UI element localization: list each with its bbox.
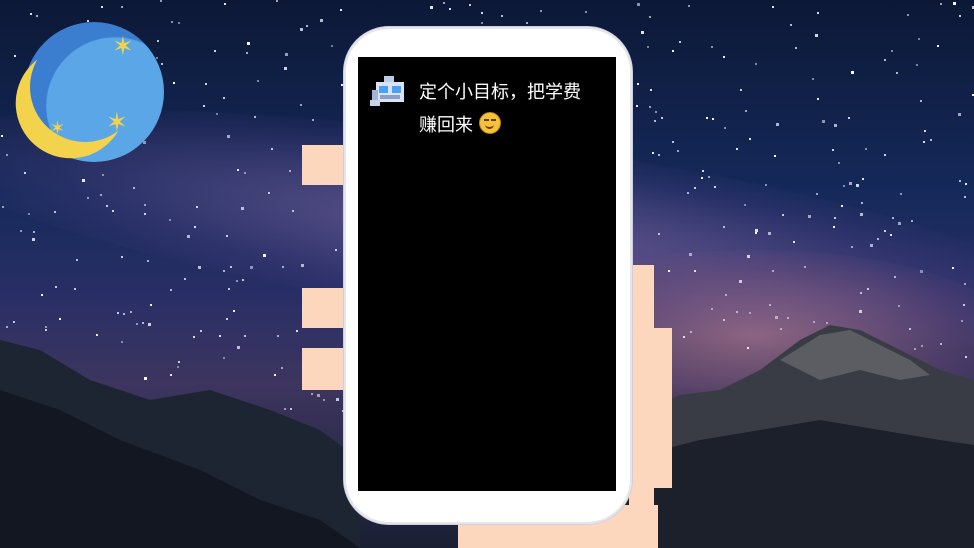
- robot-avatar-icon: [370, 76, 406, 110]
- hand-finger: [302, 145, 344, 185]
- hand-finger: [652, 328, 672, 488]
- message-line-1: 定个小目标，把学费: [419, 82, 581, 103]
- smile-emoji-icon: [478, 112, 501, 134]
- moon-icon: ✶ ✶ ✶: [24, 22, 164, 162]
- hand-finger: [302, 288, 344, 328]
- chat-message: 定个小目标，把学费 赚回来: [419, 76, 609, 142]
- message-line-2-text: 赚回来: [419, 115, 473, 136]
- hand-finger: [302, 348, 344, 390]
- star-icon: ✶: [50, 118, 66, 139]
- star-icon: ✶: [106, 108, 128, 138]
- message-line-2: 赚回来: [419, 109, 609, 142]
- star-icon: ✶: [112, 32, 134, 62]
